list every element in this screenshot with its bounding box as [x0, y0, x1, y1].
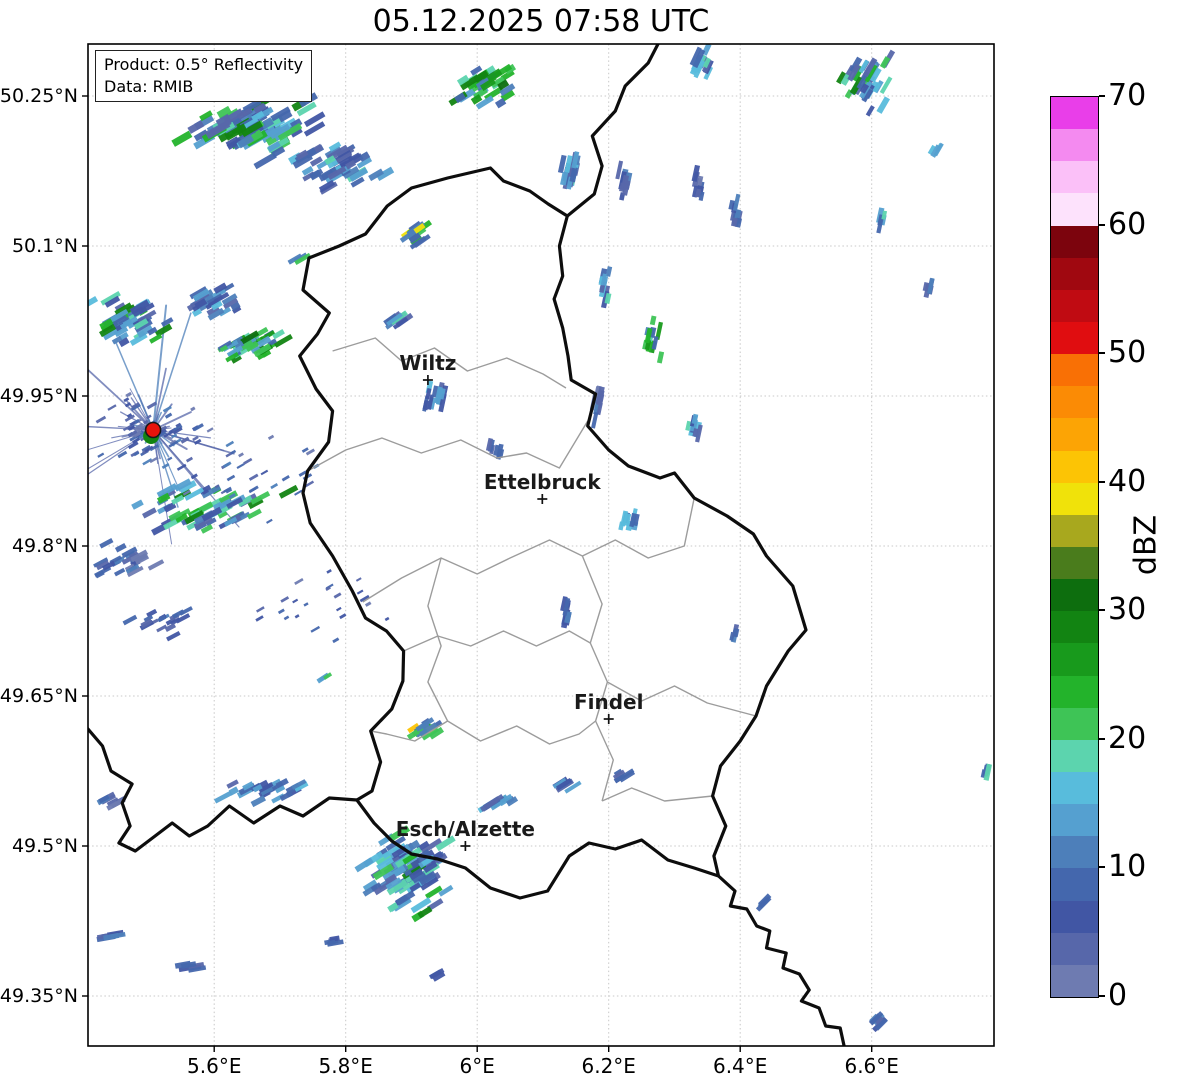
- colorbar-segment: [1051, 258, 1098, 290]
- colorbar-tick-label: 20: [1108, 721, 1146, 756]
- x-tick-label: 5.6°E: [187, 1054, 241, 1078]
- colorbar-segment: [1051, 226, 1098, 258]
- colorbar-tick-label: 0: [1108, 978, 1127, 1013]
- y-tick-label: 49.95°N: [0, 385, 78, 407]
- product-info-box: Product: 0.5° Reflectivity Data: RMIB: [95, 50, 312, 102]
- colorbar-segment: [1051, 836, 1098, 868]
- y-tick-label: 49.8°N: [12, 535, 78, 557]
- map-plot-area: Wiltz Ettelbruck Findel Esch/Alzette: [0, 0, 1184, 1081]
- x-tick-label: 6.2°E: [581, 1054, 635, 1078]
- colorbar-segment: [1051, 611, 1098, 643]
- x-tick-label: 5.8°E: [318, 1054, 372, 1078]
- colorbar-segment: [1051, 483, 1098, 515]
- y-tick-label: 50.25°N: [0, 85, 78, 107]
- x-tick-label: 6.4°E: [713, 1054, 767, 1078]
- y-tick-label: 49.5°N: [12, 835, 78, 857]
- colorbar-tick-label: 60: [1108, 206, 1146, 241]
- colorbar-segment: [1051, 515, 1098, 547]
- colorbar-segment: [1051, 386, 1098, 418]
- x-tick-label: 6°E: [460, 1054, 495, 1078]
- colorbar-segment: [1051, 97, 1098, 129]
- colorbar-segment: [1051, 933, 1098, 965]
- colorbar-segment: [1051, 193, 1098, 225]
- colorbar-tick-label: 30: [1108, 592, 1146, 627]
- colorbar-segment: [1051, 868, 1098, 900]
- data-source-line: Data: RMIB: [104, 76, 303, 98]
- colorbar-tick-mark: [1099, 609, 1105, 611]
- colorbar-tick-label: 40: [1108, 464, 1146, 499]
- city-label: Esch/Alzette: [396, 817, 535, 841]
- colorbar-segment: [1051, 676, 1098, 708]
- colorbar: [1050, 96, 1099, 998]
- city-label: Ettelbruck: [484, 470, 601, 494]
- colorbar-tick-mark: [1099, 224, 1105, 226]
- radar-map-canvas: Wiltz Ettelbruck Findel Esch/Alzette: [0, 0, 1184, 1081]
- colorbar-tick-mark: [1099, 866, 1105, 868]
- colorbar-segment: [1051, 643, 1098, 675]
- colorbar-tick-label: 70: [1108, 78, 1146, 113]
- colorbar-segment: [1051, 129, 1098, 161]
- colorbar-tick-mark: [1099, 995, 1105, 997]
- colorbar-segment: [1051, 804, 1098, 836]
- colorbar-segment: [1051, 322, 1098, 354]
- colorbar-segment: [1051, 772, 1098, 804]
- colorbar-segment: [1051, 965, 1098, 997]
- y-tick-label: 49.65°N: [0, 685, 78, 707]
- x-tick-label: 6.6°E: [844, 1054, 898, 1078]
- colorbar-segment: [1051, 451, 1098, 483]
- colorbar-tick-mark: [1099, 738, 1105, 740]
- colorbar-segment: [1051, 740, 1098, 772]
- colorbar-tick-mark: [1099, 481, 1105, 483]
- colorbar-segment: [1051, 901, 1098, 933]
- radar-figure: 05.12.2025 07:58 UTC WiltzEttelbruckFind…: [0, 0, 1184, 1081]
- colorbar-tick-label: 10: [1108, 849, 1146, 884]
- colorbar-tick-mark: [1099, 95, 1105, 97]
- y-tick-label: 49.35°N: [0, 985, 78, 1007]
- colorbar-segment: [1051, 354, 1098, 386]
- y-tick-label: 50.1°N: [12, 235, 78, 257]
- colorbar-segment: [1051, 708, 1098, 740]
- colorbar-segment: [1051, 547, 1098, 579]
- city-label: Wiltz: [399, 351, 456, 375]
- city-label: Findel: [574, 690, 644, 714]
- colorbar-segment: [1051, 161, 1098, 193]
- colorbar-segment: [1051, 290, 1098, 322]
- colorbar-segment: [1051, 418, 1098, 450]
- product-line: Product: 0.5° Reflectivity: [104, 54, 303, 76]
- colorbar-segment: [1051, 579, 1098, 611]
- colorbar-tick-label: 50: [1108, 335, 1146, 370]
- map-background: [88, 44, 994, 1046]
- colorbar-tick-mark: [1099, 352, 1105, 354]
- colorbar-axis-label: dBZ: [1129, 515, 1164, 575]
